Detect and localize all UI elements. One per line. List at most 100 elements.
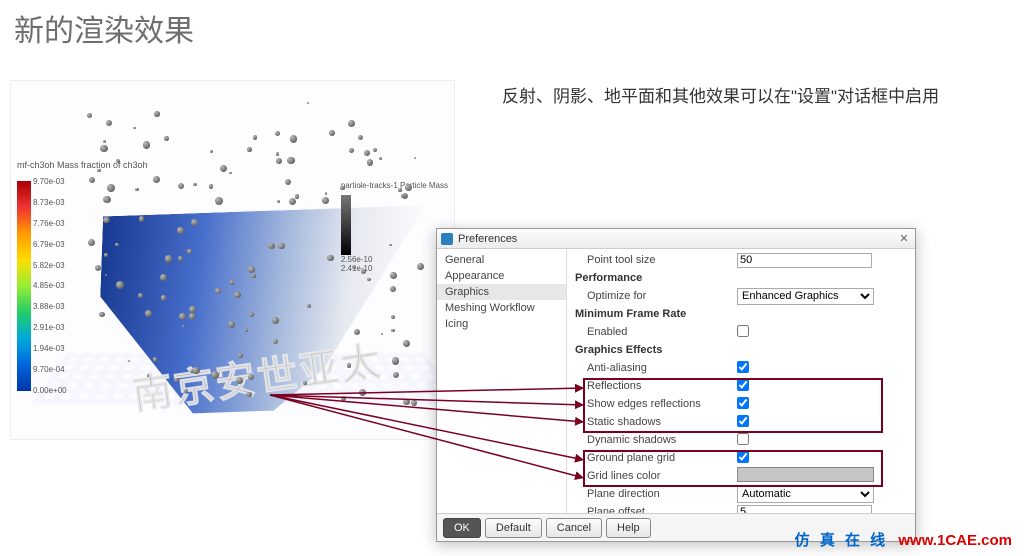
particle xyxy=(143,141,150,148)
scalar-colorbar xyxy=(17,181,31,391)
particle-legend: particle-tracks-1 Particle Mass 2.56e-10… xyxy=(341,181,448,274)
particle xyxy=(276,158,282,164)
particle xyxy=(106,120,112,126)
particle xyxy=(277,200,280,203)
particle xyxy=(403,340,410,347)
particle xyxy=(393,372,399,378)
category-general[interactable]: General xyxy=(437,252,566,268)
particle xyxy=(104,253,108,257)
particle xyxy=(414,157,416,159)
checkbox-enabled[interactable] xyxy=(737,325,749,337)
particle xyxy=(145,310,152,317)
label-ground-plane-grid: Ground plane grid xyxy=(587,452,737,464)
color-picker-grid-lines[interactable] xyxy=(737,467,874,482)
label-static-shadows: Static shadows xyxy=(587,416,737,428)
particle xyxy=(165,255,172,262)
particle xyxy=(100,145,107,152)
particle xyxy=(358,135,363,140)
particle xyxy=(178,256,183,261)
particle xyxy=(401,194,404,197)
particle xyxy=(361,269,366,274)
particle xyxy=(390,272,397,279)
particle xyxy=(103,196,111,204)
particle xyxy=(154,111,159,116)
particle xyxy=(268,243,275,250)
particle xyxy=(88,239,95,246)
particle xyxy=(190,370,193,373)
label-point-tool-size: Point tool size xyxy=(587,254,737,266)
default-button[interactable]: Default xyxy=(485,518,542,538)
particle xyxy=(285,179,291,185)
particle xyxy=(327,255,334,262)
particle xyxy=(245,328,249,332)
category-meshing-workflow[interactable]: Meshing Workflow xyxy=(437,300,566,316)
ok-button[interactable]: OK xyxy=(443,518,481,538)
particle xyxy=(161,295,166,300)
particle xyxy=(289,198,297,206)
label-reflections: Reflections xyxy=(587,380,737,392)
particle xyxy=(177,227,184,234)
particle xyxy=(411,400,417,406)
particle xyxy=(391,329,394,332)
particle xyxy=(178,183,184,189)
particle xyxy=(189,306,196,313)
particle xyxy=(398,188,402,192)
scalar-colorbar-ticks: 9.70e-038.73e-037.76e-036.79e-035.82e-03… xyxy=(33,177,67,395)
particle xyxy=(349,148,354,153)
particle xyxy=(307,102,309,104)
particle xyxy=(187,249,192,254)
select-optimize-for[interactable]: Enhanced Graphics xyxy=(737,288,874,305)
particle xyxy=(153,176,160,183)
preferences-dialog: Preferences ✕ General Appearance Graphic… xyxy=(436,228,916,542)
dialog-title: Preferences xyxy=(458,233,897,245)
checkbox-show-edges-reflections[interactable] xyxy=(737,397,749,409)
checkbox-dynamic-shadows[interactable] xyxy=(737,433,749,445)
help-button[interactable]: Help xyxy=(606,518,651,538)
particle xyxy=(295,194,300,199)
particle xyxy=(251,274,255,278)
dialog-titlebar[interactable]: Preferences ✕ xyxy=(437,229,915,249)
label-grid-lines-color: Grid lines color xyxy=(587,470,737,482)
cancel-button[interactable]: Cancel xyxy=(546,518,602,538)
checkbox-anti-aliasing[interactable] xyxy=(737,361,749,373)
label-dynamic-shadows: Dynamic shadows xyxy=(587,434,737,446)
particle xyxy=(153,357,157,361)
group-graphics-effects: Graphics Effects xyxy=(575,344,725,356)
category-icing[interactable]: Icing xyxy=(437,316,566,332)
footer-branding: 仿 真 在 线 www.1CAE.com xyxy=(795,529,1012,550)
particle xyxy=(128,360,130,362)
particle xyxy=(103,217,109,223)
particle xyxy=(290,135,297,142)
particle xyxy=(278,243,284,249)
particle xyxy=(249,312,254,317)
category-graphics[interactable]: Graphics xyxy=(437,284,566,300)
particle xyxy=(367,159,374,166)
particle xyxy=(135,188,139,192)
particle xyxy=(322,197,329,204)
close-icon[interactable]: ✕ xyxy=(897,232,911,245)
checkbox-reflections[interactable] xyxy=(737,379,749,391)
particle xyxy=(116,281,124,289)
particle xyxy=(107,184,115,192)
preferences-property-grid[interactable]: Point tool size ▾Performance Optimize fo… xyxy=(567,249,915,513)
particle xyxy=(209,184,214,189)
checkbox-ground-plane-grid[interactable] xyxy=(737,451,749,463)
particle xyxy=(364,150,370,156)
particle xyxy=(133,127,136,130)
particle xyxy=(354,329,360,335)
input-point-tool-size[interactable] xyxy=(737,253,872,268)
input-plane-offset[interactable] xyxy=(737,505,872,514)
particle xyxy=(87,113,92,118)
particle xyxy=(99,312,105,318)
checkbox-static-shadows[interactable] xyxy=(737,415,749,427)
page-description: 反射、阴影、地平面和其他效果可以在"设置"对话框中启用 xyxy=(502,84,982,110)
particle xyxy=(229,172,231,174)
select-plane-direction[interactable]: Automatic xyxy=(737,486,874,503)
category-appearance[interactable]: Appearance xyxy=(437,268,566,284)
particle xyxy=(379,157,382,160)
label-optimize-for: Optimize for xyxy=(587,290,737,302)
group-performance: Performance xyxy=(575,272,725,284)
particle xyxy=(390,286,396,292)
particle xyxy=(211,371,219,379)
particle xyxy=(210,150,212,152)
